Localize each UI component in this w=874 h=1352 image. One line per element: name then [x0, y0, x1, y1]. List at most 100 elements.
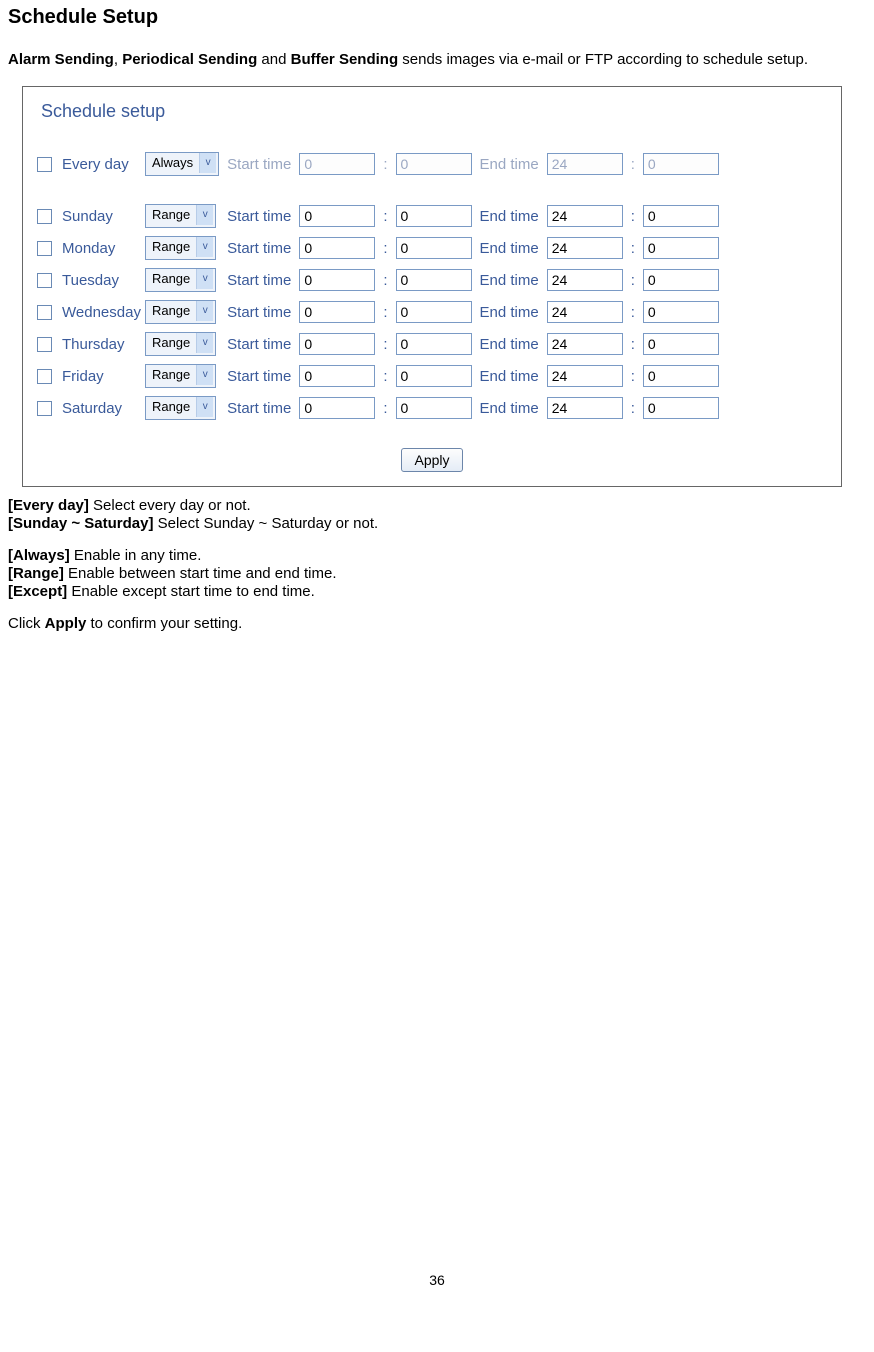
day-label: Thursday	[62, 336, 125, 353]
apply-note-a: Click	[8, 615, 45, 632]
end-min-input[interactable]: 0	[643, 205, 719, 227]
start-time-label: Start time	[223, 304, 295, 321]
colon: :	[627, 368, 639, 385]
chevron-down-icon: v	[196, 301, 213, 321]
end-hour-input[interactable]: 24	[547, 397, 623, 419]
mode-select[interactable]: Rangev	[145, 332, 216, 356]
def-weekday-text: Select Sunday ~ Saturday or not.	[153, 515, 378, 532]
table-row: Sunday Rangev Start time 0 : 0 End time …	[37, 202, 723, 230]
mode-select[interactable]: Rangev	[145, 204, 216, 228]
checkbox-sunday[interactable]	[37, 209, 52, 224]
end-hour-input[interactable]: 24	[547, 301, 623, 323]
checkbox-friday[interactable]	[37, 369, 52, 384]
day-label: Every day	[62, 156, 129, 173]
def-range-key: [Range]	[8, 565, 64, 582]
colon: :	[627, 208, 639, 225]
start-time-label: Start time	[223, 368, 295, 385]
end-time-label: End time	[476, 272, 543, 289]
end-min-input[interactable]: 0	[643, 397, 719, 419]
end-min-input[interactable]: 0	[643, 365, 719, 387]
end-min-input[interactable]: 0	[643, 153, 719, 175]
end-time-label: End time	[476, 240, 543, 257]
intro-sep1: ,	[114, 51, 122, 68]
colon: :	[627, 336, 639, 353]
start-time-label: Start time	[223, 156, 295, 173]
end-time-label: End time	[476, 336, 543, 353]
end-hour-input[interactable]: 24	[547, 269, 623, 291]
mode-select[interactable]: Alwaysv	[145, 152, 219, 176]
start-hour-input[interactable]: 0	[299, 153, 375, 175]
start-hour-input[interactable]: 0	[299, 269, 375, 291]
colon: :	[627, 400, 639, 417]
start-min-input[interactable]: 0	[396, 333, 472, 355]
start-min-input[interactable]: 0	[396, 397, 472, 419]
end-hour-input[interactable]: 24	[547, 237, 623, 259]
chevron-down-icon: v	[196, 333, 213, 353]
mode-value: Always	[152, 155, 193, 170]
start-hour-input[interactable]: 0	[299, 237, 375, 259]
end-min-input[interactable]: 0	[643, 333, 719, 355]
end-hour-input[interactable]: 24	[547, 333, 623, 355]
start-min-input[interactable]: 0	[396, 237, 472, 259]
day-label: Sunday	[62, 208, 113, 225]
start-hour-input[interactable]: 0	[299, 205, 375, 227]
mode-value: Range	[152, 207, 190, 222]
chevron-down-icon: v	[196, 237, 213, 257]
day-label: Wednesday	[62, 304, 141, 321]
start-min-input[interactable]: 0	[396, 269, 472, 291]
colon: :	[379, 156, 391, 173]
start-min-input[interactable]: 0	[396, 301, 472, 323]
mode-select[interactable]: Rangev	[145, 364, 216, 388]
end-hour-input[interactable]: 24	[547, 205, 623, 227]
start-min-input[interactable]: 0	[396, 205, 472, 227]
mode-select[interactable]: Rangev	[145, 396, 216, 420]
apply-note-b: Apply	[45, 615, 87, 632]
end-min-input[interactable]: 0	[643, 269, 719, 291]
schedule-table: Every day Alwaysv Start time 0 : 0 End t…	[37, 146, 723, 426]
start-time-label: Start time	[223, 208, 295, 225]
def-range-text: Enable between start time and end time.	[64, 565, 337, 582]
start-min-input[interactable]: 0	[396, 153, 472, 175]
start-hour-input[interactable]: 0	[299, 301, 375, 323]
def-always-text: Enable in any time.	[70, 547, 202, 564]
apply-button[interactable]: Apply	[401, 448, 462, 472]
checkbox-tuesday[interactable]	[37, 273, 52, 288]
mode-select[interactable]: Rangev	[145, 236, 216, 260]
end-min-input[interactable]: 0	[643, 237, 719, 259]
end-hour-input[interactable]: 24	[547, 153, 623, 175]
end-time-label: End time	[476, 304, 543, 321]
checkbox-wednesday[interactable]	[37, 305, 52, 320]
colon: :	[379, 304, 391, 321]
colon: :	[379, 336, 391, 353]
apply-note-c: to confirm your setting.	[86, 615, 242, 632]
mode-value: Range	[152, 367, 190, 382]
start-time-label: Start time	[223, 272, 295, 289]
schedule-setup-panel: Schedule setup Every day Alwaysv Start t…	[22, 86, 842, 487]
checkbox-saturday[interactable]	[37, 401, 52, 416]
intro-mid: and	[257, 51, 290, 68]
checkbox-monday[interactable]	[37, 241, 52, 256]
day-label: Friday	[62, 368, 104, 385]
chevron-down-icon: v	[196, 397, 213, 417]
def-except-key: [Except]	[8, 583, 67, 600]
start-min-input[interactable]: 0	[396, 365, 472, 387]
intro-text: Alarm Sending, Periodical Sending and Bu…	[8, 51, 866, 68]
end-hour-input[interactable]: 24	[547, 365, 623, 387]
checkbox-everyday[interactable]	[37, 157, 52, 172]
mode-select[interactable]: Rangev	[145, 268, 216, 292]
table-row: Friday Rangev Start time 0 : 0 End time …	[37, 362, 723, 390]
start-time-label: Start time	[223, 240, 295, 257]
colon: :	[627, 272, 639, 289]
checkbox-thursday[interactable]	[37, 337, 52, 352]
start-hour-input[interactable]: 0	[299, 397, 375, 419]
colon: :	[379, 240, 391, 257]
mode-value: Range	[152, 239, 190, 254]
start-hour-input[interactable]: 0	[299, 333, 375, 355]
colon: :	[627, 304, 639, 321]
start-hour-input[interactable]: 0	[299, 365, 375, 387]
end-min-input[interactable]: 0	[643, 301, 719, 323]
end-time-label: End time	[476, 368, 543, 385]
colon: :	[379, 368, 391, 385]
day-label: Saturday	[62, 400, 122, 417]
mode-select[interactable]: Rangev	[145, 300, 216, 324]
